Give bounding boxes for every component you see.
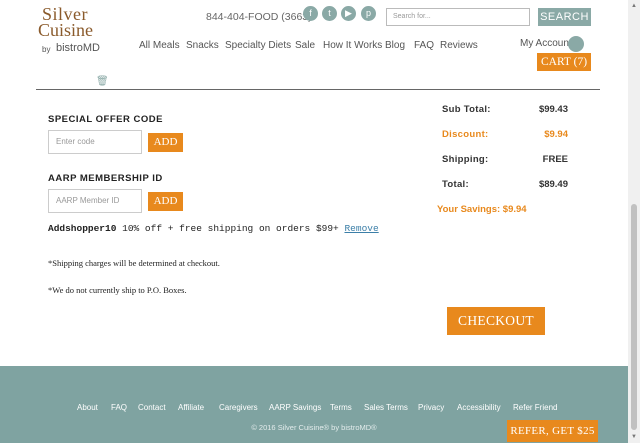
nav-specialty-diets[interactable]: Specialty Diets [225, 40, 291, 51]
aarp-id-input[interactable]: AARP Member ID [48, 189, 142, 213]
nav-blog[interactable]: Blog [385, 40, 405, 51]
refer-button[interactable]: REFER, GET $25 [507, 420, 598, 442]
promo-code: Addshopper10 [48, 223, 117, 234]
total-label: Total: [442, 179, 469, 190]
user-icon[interactable] [568, 36, 584, 52]
total-value: $89.49 [538, 179, 568, 190]
site-header: Silver Cuisine by bistroMD 844-404-FOOD … [0, 0, 628, 90]
footer-link-refer-friend[interactable]: Refer Friend [513, 403, 557, 412]
shipping-note: *Shipping charges will be determined at … [48, 258, 220, 268]
nav-faq[interactable]: FAQ [414, 40, 434, 51]
savings-text: Your Savings: $9.94 [437, 204, 527, 215]
footer-link-accessibility[interactable]: Accessibility [457, 403, 501, 412]
shipping-value: FREE [542, 154, 568, 165]
nav-how-it-works[interactable]: How It Works [323, 40, 382, 51]
footer-link-aarp-savings[interactable]: AARP Savings [269, 403, 321, 412]
twitter-icon[interactable]: t [322, 6, 337, 21]
trash-icon[interactable]: 🗑 [96, 76, 109, 87]
nav-reviews[interactable]: Reviews [440, 40, 478, 51]
logo-brand: bistroMD [56, 42, 101, 54]
aarp-title: AARP MEMBERSHIP ID [48, 173, 163, 184]
shipping-label: Shipping: [442, 154, 489, 165]
divider [36, 89, 600, 90]
logo-by: by [42, 45, 51, 54]
nav-sale[interactable]: Sale [295, 40, 315, 51]
subtotal-value: $99.43 [538, 104, 568, 115]
scrollbar-thumb[interactable] [631, 204, 637, 430]
nav-all-meals[interactable]: All Meals [139, 40, 180, 51]
nav-snacks[interactable]: Snacks [186, 40, 219, 51]
footer-link-faq[interactable]: FAQ [111, 403, 127, 412]
offer-code-input[interactable]: Enter code [48, 130, 142, 154]
search-button[interactable]: SEARCH [538, 8, 591, 26]
subtotal-label: Sub Total: [442, 104, 491, 115]
search-input[interactable]: Search for... [386, 8, 530, 26]
facebook-icon[interactable]: f [303, 6, 318, 21]
scroll-down-icon[interactable]: ▼ [628, 431, 640, 443]
pinterest-icon[interactable]: p [361, 6, 376, 21]
youtube-icon[interactable]: ▶ [341, 6, 356, 21]
remove-promo-link[interactable]: Remove [344, 223, 378, 234]
checkout-button[interactable]: CHECKOUT [447, 307, 545, 335]
discount-label: Discount: [442, 129, 489, 140]
scroll-up-icon[interactable]: ▲ [628, 0, 640, 12]
discount-value: $9.94 [544, 129, 568, 140]
applied-promo: Addshopper10 10% off + free shipping on … [48, 223, 379, 234]
cart-button[interactable]: CART (7) [537, 53, 591, 71]
logo[interactable]: Silver Cuisine by bistroMD [36, 2, 104, 64]
aarp-add-button[interactable]: ADD [148, 192, 183, 211]
offer-add-button[interactable]: ADD [148, 133, 183, 152]
footer-link-caregivers[interactable]: Caregivers [219, 403, 258, 412]
promo-description: 10% off + free shipping on orders $99+ [122, 223, 339, 234]
footer-link-affiliate[interactable]: Affiliate [178, 403, 204, 412]
offer-title: SPECIAL OFFER CODE [48, 114, 163, 125]
footer-link-sales-terms[interactable]: Sales Terms [364, 403, 408, 412]
footer-link-contact[interactable]: Contact [138, 403, 166, 412]
footer-link-terms[interactable]: Terms [330, 403, 352, 412]
phone-number[interactable]: 844-404-FOOD (3663) [206, 11, 312, 23]
footer-link-privacy[interactable]: Privacy [418, 403, 444, 412]
po-box-note: *We do not currently ship to P.O. Boxes. [48, 285, 187, 295]
logo-line2: Cuisine [38, 20, 94, 40]
my-account-link[interactable]: My Account [520, 38, 572, 49]
footer-link-about[interactable]: About [77, 403, 98, 412]
